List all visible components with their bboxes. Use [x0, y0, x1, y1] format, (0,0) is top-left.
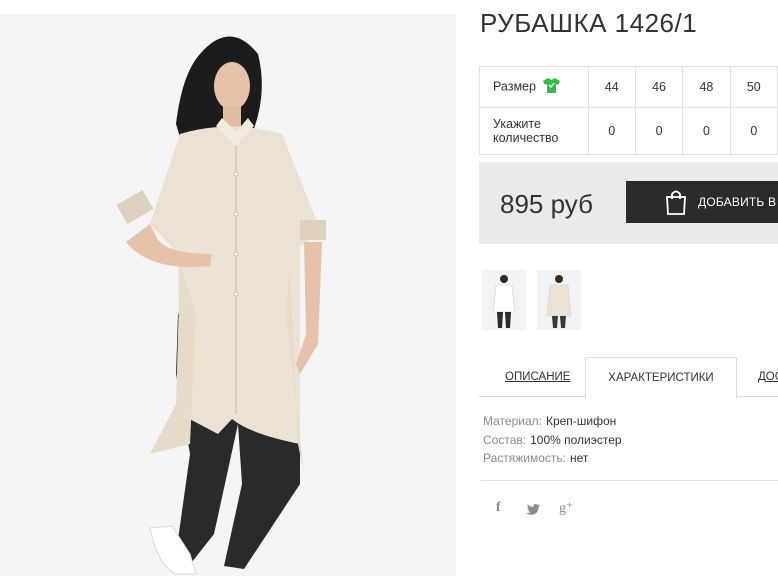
- size-label-cell: Размер: [479, 66, 589, 108]
- characteristic-key: Растяжимость:: [483, 451, 567, 465]
- characteristic-value: нет: [570, 451, 589, 465]
- product-photo[interactable]: [0, 14, 456, 576]
- quantity-input[interactable]: 0: [587, 107, 636, 155]
- facebook-icon[interactable]: f: [496, 500, 501, 516]
- twitter-icon[interactable]: [526, 503, 540, 519]
- thumbnail-front[interactable]: [482, 270, 526, 330]
- thumbnail-back[interactable]: [537, 270, 581, 330]
- price-bar: 895 руб ДОБАВИТЬ В З: [479, 162, 778, 244]
- quantity-label-cell: Укажите количество: [479, 107, 589, 155]
- characteristic-value: 100% полиэстер: [530, 432, 622, 447]
- shopping-bag-icon: [664, 189, 688, 218]
- size-option[interactable]: 50: [729, 66, 778, 108]
- size-table: Размер 44 46 48 50 Укажите количество 0 …: [479, 66, 778, 155]
- characteristics-list: Материал: Креп-шифон Состав: 100% полиэсте…: [483, 412, 622, 468]
- quantity-label-line1: Укажите: [493, 117, 541, 131]
- characteristic-row: Состав: 100% полиэстер: [483, 431, 622, 450]
- product-tabs: ОПИСАНИЕ ХАРАКТЕРИСТИКИ ДОС: [479, 357, 778, 399]
- tab-description[interactable]: ОПИСАНИЕ: [505, 357, 570, 397]
- tab-delivery[interactable]: ДОС: [758, 357, 778, 397]
- characteristic-row: Растяжимость: нет: [483, 449, 622, 468]
- quantity-input[interactable]: 0: [682, 107, 731, 155]
- shirt-icon[interactable]: [543, 78, 561, 96]
- google-plus-icon[interactable]: g⁺: [559, 500, 573, 517]
- characteristic-key: Состав:: [483, 432, 527, 447]
- add-to-cart-label: ДОБАВИТЬ В З: [698, 195, 778, 209]
- characteristic-key: Материал:: [483, 414, 542, 428]
- product-title: РУБАШКА 1426/1: [480, 8, 698, 38]
- size-label: Размер: [493, 79, 536, 94]
- quantity-label-line2: количество: [493, 131, 559, 145]
- quantity-input[interactable]: 0: [634, 107, 684, 155]
- price: 895 руб: [500, 189, 593, 219]
- add-to-cart-button[interactable]: ДОБАВИТЬ В З: [626, 181, 778, 223]
- size-option[interactable]: 44: [587, 66, 636, 108]
- section-divider: [481, 480, 778, 481]
- quantity-input[interactable]: 0: [729, 107, 778, 155]
- size-option[interactable]: 46: [634, 66, 684, 108]
- characteristic-value: Креп-шифон: [545, 414, 617, 428]
- characteristic-row: Материал: Креп-шифон: [483, 412, 622, 431]
- size-option[interactable]: 48: [682, 66, 731, 108]
- tab-characteristics[interactable]: ХАРАКТЕРИСТИКИ: [585, 357, 737, 399]
